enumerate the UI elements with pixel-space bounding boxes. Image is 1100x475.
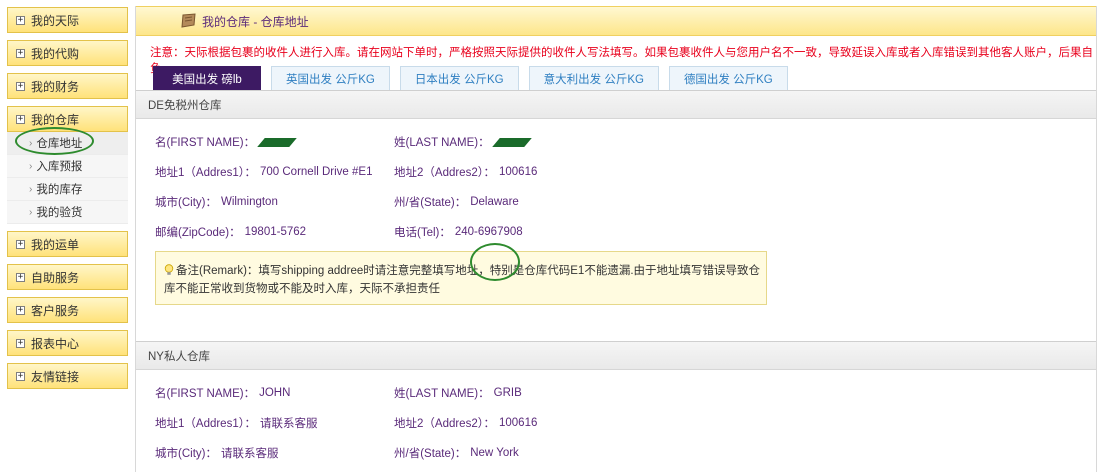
submenu-item-label: 我的库存 <box>36 184 83 196</box>
expand-icon: + <box>16 370 25 381</box>
address2-value: 100616 <box>498 417 538 429</box>
first-name-value: JOHN <box>259 387 291 399</box>
sidebar-item-label: 我的财务 <box>31 79 80 94</box>
sidebar: + 我的天际 + 我的代购 + 我的财务 + 我的仓库 › 仓库地址 › 入库预报 › 我的库… <box>7 7 128 396</box>
expand-icon: + <box>16 80 25 91</box>
city-value: Wilmington <box>220 196 278 208</box>
last-name-label: 姓(LAST NAME)： <box>394 388 490 400</box>
sidebar-item-label: 我的天际 <box>31 13 80 28</box>
city-label: 城市(City)： <box>155 448 217 460</box>
tel-label: 电话(Tel)： <box>394 227 451 239</box>
address-row: 名(FIRST NAME)： JOHN 姓(LAST NAME)： GRIB <box>136 378 1096 408</box>
warehouse-section: DE免税州仓库 名(FIRST NAME)： 姓(LAST NAME)： 地址1… <box>136 90 1096 341</box>
remark-text: 备注(Remark)：填写shipping addree时请注意完整填写地址，特… <box>164 265 761 295</box>
submenu-item-warehouse-address[interactable]: › 仓库地址 <box>7 132 128 155</box>
page-header: 我的仓库 - 仓库地址 <box>136 6 1096 36</box>
origin-tabs: 美国出发 磅lb 英国出发 公斤KG 日本出发 公斤KG 意大利出发 公斤KG … <box>136 66 1096 90</box>
main-content: 我的仓库 - 仓库地址 注意：天际根据包裹的收件人进行入库。请在网站下单时，严格… <box>135 6 1097 472</box>
page-title: 我的仓库 - 仓库地址 <box>202 14 309 29</box>
warehouse-submenu: › 仓库地址 › 入库预报 › 我的库存 › 我的验货 <box>7 132 128 224</box>
warehouse-section: NY私人仓库 名(FIRST NAME)： JOHN 姓(LAST NAME)： G… <box>136 341 1096 468</box>
address-row: 城市(City)： 请联系客服 州/省(State)： New York <box>136 438 1096 468</box>
sidebar-item-customer-service[interactable]: + 客户服务 <box>7 297 128 323</box>
sidebar-item-label: 我的代购 <box>31 46 80 61</box>
redaction-mark <box>257 137 297 147</box>
submenu-item-my-inspection[interactable]: › 我的验货 <box>7 201 128 224</box>
sidebar-item-links[interactable]: + 友情链接 <box>7 363 128 389</box>
sidebar-item-my-waybills[interactable]: + 我的运单 <box>7 231 128 257</box>
tab-japan[interactable]: 日本出发 公斤KG <box>399 66 519 90</box>
sidebar-item-label: 我的仓库 <box>31 112 80 127</box>
submenu-item-my-inventory[interactable]: › 我的库存 <box>7 178 128 201</box>
submenu-item-label: 仓库地址 <box>36 138 83 150</box>
redaction-mark <box>491 137 532 147</box>
expand-icon: + <box>16 14 25 25</box>
expand-icon: + <box>16 304 25 315</box>
address1-value: 请联系客服 <box>259 418 318 430</box>
address1-label: 地址1（Addres1）： <box>155 418 256 430</box>
sidebar-item-my-finance[interactable]: + 我的财务 <box>7 73 128 99</box>
sidebar-item-reports[interactable]: + 报表中心 <box>7 330 128 356</box>
chevron-right-icon: › <box>29 160 33 172</box>
sidebar-item-label: 友情链接 <box>31 369 80 384</box>
address-row: 城市(City)： Wilmington 州/省(State)： Delaware <box>136 187 1096 217</box>
address2-value: 100616 <box>498 166 538 178</box>
tab-italy[interactable]: 意大利出发 公斤KG <box>528 66 659 90</box>
first-name-label: 名(FIRST NAME)： <box>155 388 256 400</box>
expand-icon: + <box>16 271 25 282</box>
sidebar-item-my-purchases[interactable]: + 我的代购 <box>7 40 128 66</box>
expand-icon: + <box>16 113 25 124</box>
address-row: 邮编(ZipCode)： 19801-5762 电话(Tel)： 240-69679… <box>136 217 1096 247</box>
last-name-value: GRIB <box>493 387 522 399</box>
sidebar-item-label: 我的运单 <box>31 237 80 252</box>
submenu-item-label: 我的验货 <box>36 207 83 219</box>
address2-label: 地址2（Addres2）： <box>394 167 495 179</box>
last-name-label: 姓(LAST NAME)： <box>394 137 490 149</box>
address1-value: 700 Cornell Drive #E1 <box>259 166 373 178</box>
sidebar-item-label: 报表中心 <box>31 336 80 351</box>
tab-uk[interactable]: 英国出发 公斤KG <box>271 66 390 90</box>
warehouse-name: NY私人仓库 <box>136 342 1096 370</box>
tab-germany[interactable]: 德国出发 公斤KG <box>668 66 788 90</box>
sidebar-item-label: 客户服务 <box>31 303 80 318</box>
address-row: 地址1（Addres1）： 请联系客服 地址2（Addres2）： 100616 <box>136 408 1096 438</box>
first-name-label: 名(FIRST NAME)： <box>155 137 256 149</box>
lightbulb-icon <box>164 264 174 275</box>
submenu-item-inbound-forecast[interactable]: › 入库预报 <box>7 155 128 178</box>
state-label: 州/省(State)： <box>394 197 467 209</box>
expand-icon: + <box>16 47 25 58</box>
chevron-right-icon: › <box>29 206 33 218</box>
state-value: New York <box>470 447 519 459</box>
address-row: 地址1（Addres1）： 700 Cornell Drive #E1 地址2（A… <box>136 157 1096 187</box>
sidebar-item-my-warehouse[interactable]: + 我的仓库 <box>7 106 128 132</box>
warehouse-name: DE免税州仓库 <box>136 91 1096 119</box>
city-label: 城市(City)： <box>155 197 217 209</box>
sidebar-item-my-tianji[interactable]: + 我的天际 <box>7 7 128 33</box>
tab-us[interactable]: 美国出发 磅lb <box>153 66 261 90</box>
address1-label: 地址1（Addres1）： <box>155 167 256 179</box>
state-value: Delaware <box>470 196 519 208</box>
chevron-right-icon: › <box>29 137 33 149</box>
remark-box: 备注(Remark)：填写shipping addree时请注意完整填写地址，特… <box>155 251 767 305</box>
address2-label: 地址2（Addres2）： <box>394 418 495 430</box>
expand-icon: + <box>16 238 25 249</box>
submenu-item-label: 入库预报 <box>36 161 83 173</box>
sidebar-item-label: 自助服务 <box>31 270 80 285</box>
expand-icon: + <box>16 337 25 348</box>
address-row: 名(FIRST NAME)： 姓(LAST NAME)： <box>136 127 1096 157</box>
zip-value: 19801-5762 <box>244 226 307 238</box>
scroll-icon <box>181 13 196 28</box>
sidebar-item-self-service[interactable]: + 自助服务 <box>7 264 128 290</box>
state-label: 州/省(State)： <box>394 448 467 460</box>
tel-value: 240-6967908 <box>454 226 523 238</box>
notice-text: 注意：天际根据包裹的收件人进行入库。请在网站下单时，严格按照天际提供的收件人写法… <box>150 47 1093 75</box>
zip-label: 邮编(ZipCode)： <box>155 227 241 239</box>
chevron-right-icon: › <box>29 183 33 195</box>
city-value: 请联系客服 <box>220 448 279 460</box>
